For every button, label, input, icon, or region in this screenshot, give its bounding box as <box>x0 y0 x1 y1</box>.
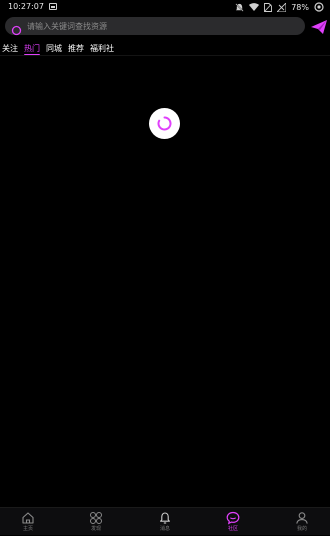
signal-icon <box>277 2 287 12</box>
grid-icon <box>89 511 103 525</box>
gallery-notification-icon <box>49 3 57 10</box>
bottom-nav: 主页 发现 消息 社区 我的 <box>0 507 330 535</box>
mute-icon <box>235 2 244 12</box>
tab-hot[interactable]: 热门 <box>21 43 43 56</box>
battery-percentage: 78% <box>291 2 309 12</box>
tab-follow[interactable]: 关注 <box>0 43 21 54</box>
tab-bar: 关注 热门 同城 推荐 福利社 <box>0 42 117 56</box>
send-icon[interactable] <box>311 19 327 34</box>
tab-recommended[interactable]: 推荐 <box>65 43 87 54</box>
status-bar: 10:27:07 78% <box>0 0 330 14</box>
user-icon <box>295 511 309 525</box>
home-icon <box>21 511 35 525</box>
tab-nearby[interactable]: 同城 <box>43 43 65 54</box>
nav-messages-label: 消息 <box>159 526 170 532</box>
nav-home[interactable]: 主页 <box>8 511 48 536</box>
data-saver-icon <box>314 2 324 12</box>
search-bar[interactable] <box>5 17 305 35</box>
loading-spinner <box>149 108 180 139</box>
status-time: 10:27:07 <box>8 2 44 11</box>
wifi-icon <box>249 3 260 11</box>
nav-profile[interactable]: 我的 <box>282 511 322 536</box>
loading-spinner-icon <box>157 116 172 131</box>
nav-profile-label: 我的 <box>296 526 307 532</box>
tab-welfare[interactable]: 福利社 <box>87 43 117 54</box>
tab-divider <box>0 55 330 56</box>
nav-community-label: 社区 <box>227 526 238 532</box>
nav-messages[interactable]: 消息 <box>145 511 185 536</box>
nav-discover[interactable]: 发现 <box>76 511 116 536</box>
status-icons: 78% <box>235 2 324 12</box>
search-input[interactable] <box>27 21 287 31</box>
search-icon <box>11 21 22 35</box>
no-sim-icon <box>264 2 273 12</box>
nav-home-label: 主页 <box>22 526 33 532</box>
nav-community[interactable]: 社区 <box>213 511 253 536</box>
bell-icon <box>158 511 172 525</box>
nav-discover-label: 发现 <box>90 526 101 532</box>
chat-bubble-icon <box>226 511 240 525</box>
